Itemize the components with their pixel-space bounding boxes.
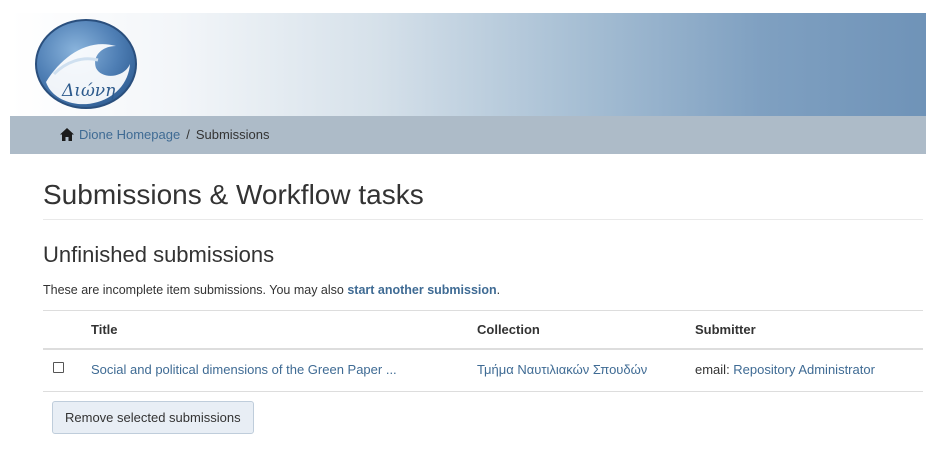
intro-suffix: . [496, 283, 501, 297]
breadcrumb-bar: Dione Homepage / Submissions [10, 116, 926, 154]
logo-text: Διώνη [61, 81, 116, 101]
table-top-border [43, 310, 923, 311]
unfinished-submissions-heading: Unfinished submissions [43, 242, 275, 267]
table-header-border [43, 348, 923, 350]
column-header-submitter: Submitter [695, 322, 756, 337]
title-divider [43, 219, 923, 220]
remove-selected-submissions-button[interactable]: Remove selected submissions [52, 401, 254, 434]
home-icon [60, 128, 74, 141]
unfinished-intro-text: These are incomplete item submissions. Y… [43, 282, 500, 298]
dione-logo[interactable]: Διώνη [32, 16, 140, 112]
breadcrumb: Dione Homepage / Submissions [60, 127, 270, 143]
intro-prefix: These are incomplete item submissions. Y… [43, 283, 348, 297]
breadcrumb-home-link[interactable]: Dione Homepage [79, 127, 180, 142]
table-row-border [43, 391, 923, 392]
header-banner: Διώνη [10, 13, 926, 116]
row-select-checkbox[interactable] [53, 362, 64, 373]
top-spacer [0, 0, 926, 13]
collection-link[interactable]: Τμήμα Ναυτιλιακών Σπουδών [477, 362, 647, 377]
start-another-submission-link[interactable]: start another submission [347, 283, 496, 297]
column-header-title: Title [91, 322, 118, 337]
breadcrumb-current: Submissions [195, 127, 270, 142]
page-title: Submissions & Workflow tasks [43, 179, 424, 210]
column-header-collection: Collection [477, 322, 540, 337]
submitter-cell: email: Repository Administrator [695, 362, 875, 377]
submitter-name-link[interactable]: Repository Administrator [733, 362, 875, 377]
submission-title-link[interactable]: Social and political dimensions of the G… [91, 362, 397, 377]
breadcrumb-separator: / [186, 127, 190, 142]
submitter-email-label: email: [695, 362, 734, 377]
